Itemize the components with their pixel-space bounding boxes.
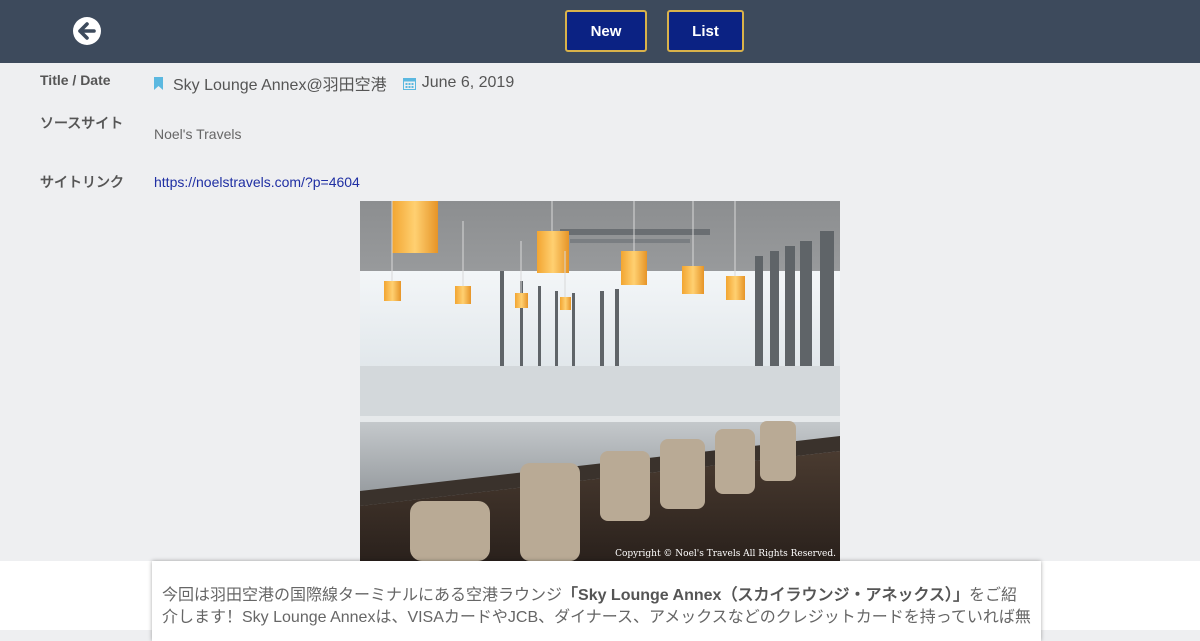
back-button[interactable] [73, 17, 101, 45]
list-button[interactable]: List [667, 10, 744, 52]
top-navigation-bar: New List [0, 0, 1200, 63]
article-intro: 今回は羽田空港の国際線ターミナルにある空港ラウンジ [162, 587, 563, 604]
photo-copyright: Copyright © Noel's Travels All Rights Re… [615, 549, 836, 559]
calendar-icon [402, 77, 416, 90]
site-link[interactable]: https://noelstravels.com/?p=4604 [154, 174, 360, 190]
article-card: 今回は羽田空港の国際線ターミナルにある空港ラウンジ「Sky Lounge Ann… [152, 561, 1041, 641]
arrow-left-icon [78, 22, 96, 40]
source-site-label: ソースサイト [40, 115, 124, 131]
entry-title: Sky Lounge Annex@羽田空港 [173, 77, 387, 94]
title-date-label: Title / Date [40, 72, 111, 88]
source-site-value: Noel's Travels [154, 126, 242, 142]
title-date-row: Sky Lounge Annex@羽田空港 June 6, 2019 [153, 73, 515, 94]
entry-date: June 6, 2019 [421, 74, 515, 91]
bookmark-icon [154, 76, 163, 90]
new-button[interactable]: New [565, 10, 647, 52]
site-link-label: サイトリンク [40, 174, 124, 190]
article-highlight: 「Sky Lounge Annex（スカイラウンジ・アネックス）」 [562, 587, 969, 604]
lounge-photo: Copyright © Noel's Travels All Rights Re… [360, 201, 840, 561]
